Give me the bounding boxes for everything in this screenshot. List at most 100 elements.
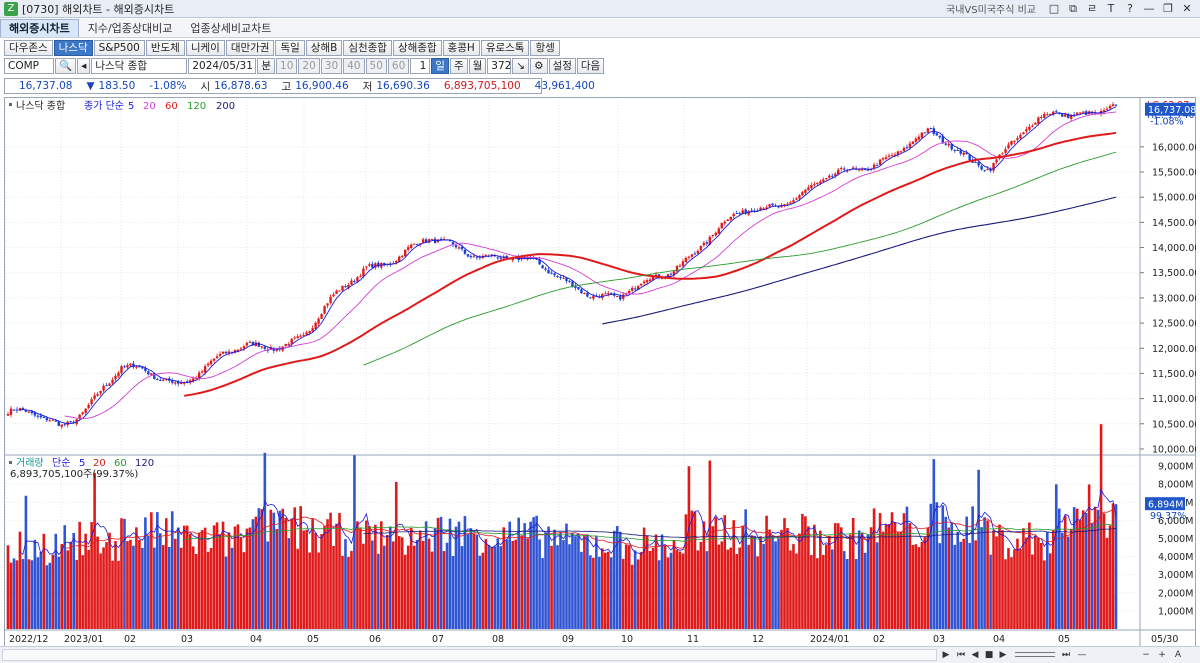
candle-body xyxy=(834,173,837,176)
month-button[interactable]: 월 xyxy=(468,58,487,74)
market-button-3[interactable]: 반도체 xyxy=(145,40,185,56)
market-button-2[interactable]: S&P500 xyxy=(93,40,145,56)
volume-bar xyxy=(1046,531,1049,629)
draw-tool-icon[interactable]: ↘ xyxy=(512,58,530,74)
volume-bar xyxy=(520,535,523,629)
date-tick-label: 04 xyxy=(993,634,1005,645)
window-pin-button[interactable]: □ xyxy=(1047,2,1061,16)
search-icon[interactable]: 🔍 xyxy=(55,58,77,74)
zoom-slider[interactable] xyxy=(1015,652,1055,657)
volume-bar xyxy=(182,525,186,629)
volume-bar xyxy=(36,557,40,629)
volume-bar xyxy=(618,531,622,629)
volume-bar xyxy=(675,549,679,629)
candle-body xyxy=(884,157,888,160)
volume-bar xyxy=(15,560,19,629)
candle-body xyxy=(1055,111,1058,113)
volume-bar xyxy=(421,540,425,629)
candle-body xyxy=(687,256,691,258)
date-end-label: 05/30 xyxy=(1151,634,1178,645)
play-icon[interactable]: ▶ xyxy=(997,649,1009,661)
candle-body xyxy=(362,268,365,277)
compare-link[interactable]: 국내VS미국주식 비교 xyxy=(946,1,1036,16)
period-40-button[interactable]: 40 xyxy=(343,58,365,74)
market-button-7[interactable]: 상해B xyxy=(305,40,343,56)
day-button[interactable]: 일 xyxy=(431,58,449,74)
last-icon[interactable]: ⏭ xyxy=(1060,649,1072,661)
market-button-0[interactable]: 다우존스 xyxy=(4,40,53,56)
market-button-10[interactable]: 홍콩H xyxy=(442,40,480,56)
candle-body xyxy=(1105,108,1109,110)
volume-bar xyxy=(287,538,291,629)
market-button-6[interactable]: 독일 xyxy=(275,40,305,56)
market-button-9[interactable]: 상해종합 xyxy=(392,40,442,56)
market-button-5[interactable]: 대만가권 xyxy=(225,40,275,56)
tab-relative-compare[interactable]: 지수/업종상대비교 xyxy=(79,19,182,37)
settings-button[interactable]: 설정 xyxy=(548,58,576,74)
volume-bar xyxy=(606,551,610,629)
period-60-button[interactable]: 60 xyxy=(387,58,410,74)
window-close-button[interactable]: ✕ xyxy=(1180,2,1194,16)
window-link-button[interactable]: ㄹ xyxy=(1085,2,1099,16)
window-restore-button[interactable]: ❐ xyxy=(1161,2,1175,16)
volume-bar xyxy=(436,517,440,629)
next-button[interactable]: 다음 xyxy=(576,58,605,74)
first-icon[interactable]: ⏮ xyxy=(955,649,967,661)
window-minimize-button[interactable]: — xyxy=(1142,2,1156,16)
window-help-button[interactable]: ? xyxy=(1123,2,1137,16)
candle-body xyxy=(156,378,159,380)
scroll-left-icon[interactable]: ▶ xyxy=(940,649,952,661)
market-button-4[interactable]: 니케이 xyxy=(185,40,225,56)
volume-bar xyxy=(592,557,595,629)
volume-bar xyxy=(350,550,353,629)
candle-body xyxy=(326,303,329,306)
week-button[interactable]: 주 xyxy=(449,58,468,74)
period-10-button[interactable]: 10 xyxy=(276,58,298,74)
period-50-button[interactable]: 50 xyxy=(365,58,387,74)
market-button-12[interactable]: 항셍 xyxy=(530,40,560,56)
volume-bar xyxy=(624,544,628,629)
candle-body xyxy=(6,414,10,416)
market-button-8[interactable]: 심천종합 xyxy=(343,40,392,56)
minute-button[interactable]: 분 xyxy=(257,58,276,74)
window-font-button[interactable]: T xyxy=(1104,2,1118,16)
period-count-field[interactable]: 1 xyxy=(410,58,431,74)
scroll-track[interactable] xyxy=(2,649,937,661)
window-copy-button[interactable]: ⧉ xyxy=(1066,2,1080,16)
candle-body xyxy=(320,313,323,319)
zoom-reset-icon[interactable]: — xyxy=(1076,649,1088,661)
period-20-button[interactable]: 20 xyxy=(298,58,320,74)
bar-count-field[interactable]: 372 xyxy=(487,58,511,74)
auto-scale-icon[interactable]: A xyxy=(1172,649,1184,661)
chart-area[interactable]: 16,000.00 15,500.00 15,000.00 14,500.00 14,0… xyxy=(4,97,1200,647)
market-button-11[interactable]: 유로스톡 xyxy=(480,40,530,56)
prev-icon[interactable]: ◀ xyxy=(969,649,981,661)
candle-body xyxy=(935,133,939,136)
zoom-out-icon[interactable]: − xyxy=(1140,649,1152,661)
period-30-button[interactable]: 30 xyxy=(320,58,343,74)
stock-chart[interactable]: 16,000.00 15,500.00 15,000.00 14,500.00 14,0… xyxy=(4,97,1200,647)
volume-bar xyxy=(236,524,240,629)
volume-bar xyxy=(705,551,709,629)
tab-sector-detail[interactable]: 업종상세비교차트 xyxy=(181,19,280,37)
volume-bar xyxy=(789,550,792,629)
candle-body xyxy=(350,280,353,285)
volume-bar xyxy=(547,526,550,629)
volume-bar xyxy=(884,524,888,629)
prev-symbol-icon[interactable]: ◂ xyxy=(77,58,91,74)
tab-overseas-chart[interactable]: 해외증시차트 xyxy=(0,19,79,37)
candle-body xyxy=(792,200,795,203)
scroll-bar[interactable]: ▶ ⏮ ◀ ■ ▶ ⏭ — − + A xyxy=(0,646,1200,663)
volume-bar xyxy=(388,526,392,629)
gear-icon[interactable]: ⚙ xyxy=(530,58,548,74)
volume-bar xyxy=(1048,553,1052,629)
candle-body xyxy=(39,415,43,418)
date-field[interactable]: 2024/05/31 xyxy=(188,58,257,74)
stop-icon[interactable]: ■ xyxy=(983,649,995,661)
candle-body xyxy=(120,366,123,373)
zoom-in-icon[interactable]: + xyxy=(1156,649,1168,661)
symbol-input[interactable]: COMP xyxy=(4,58,54,74)
volume-legend-period: 5 xyxy=(79,458,85,469)
market-button-1[interactable]: 나스닥 xyxy=(53,40,93,56)
volume-bar xyxy=(21,559,25,629)
